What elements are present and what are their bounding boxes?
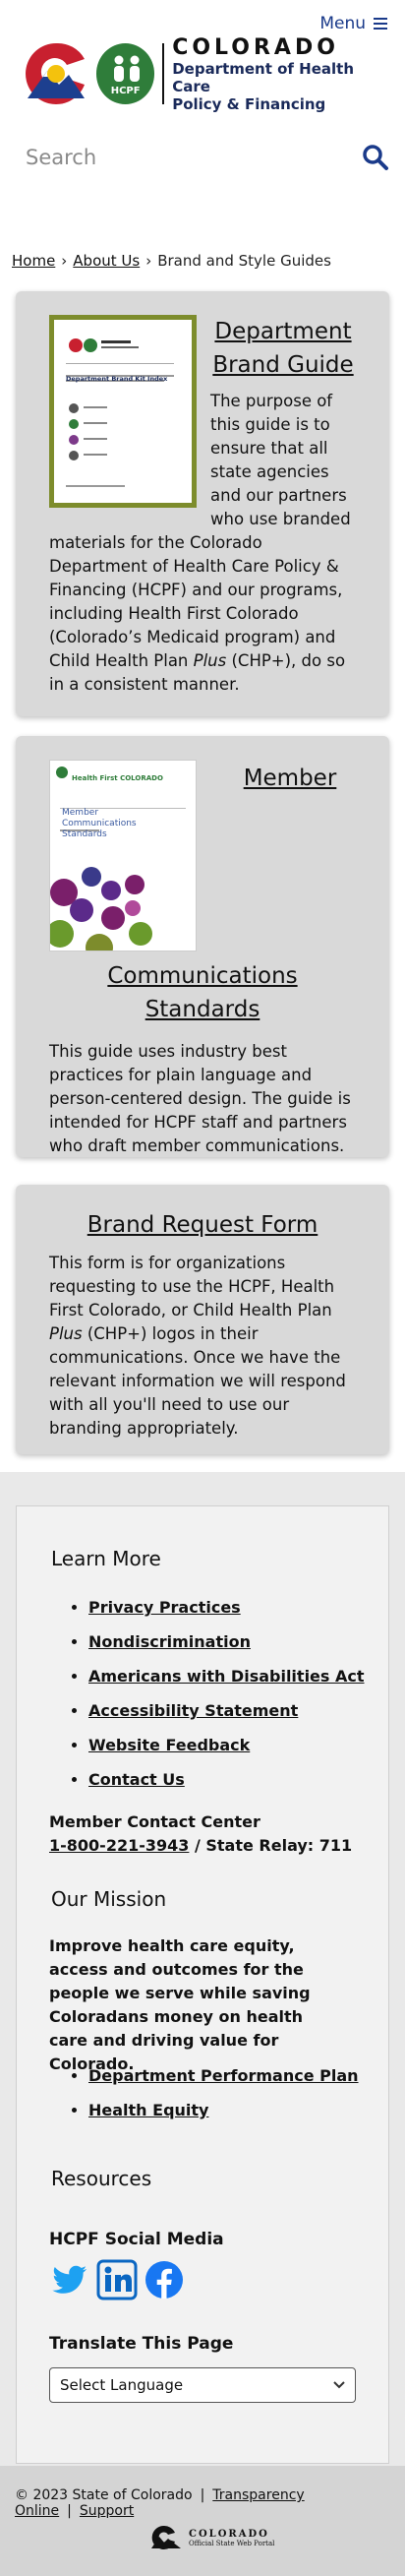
- link-health-equity[interactable]: Health Equity: [88, 2101, 208, 2119]
- site-logo[interactable]: HCPF COLORADO Department of Health Care …: [24, 35, 387, 113]
- contact-relay: / State Relay: 711: [189, 1836, 353, 1855]
- thumb-brand: Health First COLORADO: [72, 774, 163, 782]
- hcpf-badge-text: HCPF: [110, 86, 141, 96]
- breadcrumb-home[interactable]: Home: [12, 252, 55, 270]
- contact-label: Member Contact Center: [49, 1812, 260, 1831]
- link-contact[interactable]: Contact Us: [88, 1770, 185, 1789]
- list-item: Privacy Practices: [88, 1598, 365, 1617]
- colorado-c-logo-icon: [24, 41, 88, 106]
- brand-guide-title-line1[interactable]: Department: [214, 319, 351, 344]
- member-standards-thumbnail[interactable]: Health First COLORADO Member Communicati…: [49, 760, 197, 951]
- facebook-icon[interactable]: [144, 2259, 185, 2300]
- plus-italic: Plus: [193, 651, 227, 670]
- logo-dept-line1: Department of Health Care: [172, 59, 355, 95]
- member-standards-title-line2[interactable]: Communications Standards: [107, 963, 297, 1022]
- copyright-row: © 2023 State of Colorado | Transparency On…: [15, 2487, 305, 2519]
- contact-center: Member Contact Center 1-800-221-3943 / S…: [49, 1810, 352, 1858]
- social-icons: [49, 2259, 185, 2300]
- list-item: Accessibility Statement: [88, 1701, 365, 1720]
- menu-label: Menu: [319, 14, 366, 33]
- colorado-portal-icon: [151, 2525, 181, 2549]
- search-icon[interactable]: [362, 144, 389, 171]
- hcpf-logo-icon: HCPF: [96, 43, 155, 104]
- resources-heading: Resources: [51, 2167, 152, 2190]
- list-item: Website Feedback: [88, 1736, 365, 1754]
- logo-word: COLORADO: [172, 34, 339, 60]
- card-brand-request: Brand Request Form This form is for orga…: [16, 1185, 389, 1454]
- logo-divider: [162, 43, 165, 104]
- list-item: Health Equity: [88, 2101, 359, 2119]
- brand-request-title[interactable]: Brand Request Form: [87, 1212, 318, 1238]
- thumb-title: Department Brand Kit Index: [66, 375, 168, 383]
- brand-request-text-b: (CHP+) logos in their communications. On…: [49, 1324, 346, 1438]
- learn-more-heading: Learn More: [51, 1547, 161, 1570]
- brand-request-text-a: This form is for organizations requestin…: [49, 1254, 335, 1319]
- breadcrumb: Home › About Us › Brand and Style Guides: [12, 252, 331, 270]
- language-select-value: Select Language: [60, 2376, 184, 2394]
- link-feedback[interactable]: Website Feedback: [88, 1736, 250, 1754]
- breadcrumb-current: Brand and Style Guides: [157, 252, 331, 270]
- breadcrumb-separator: ›: [145, 252, 152, 270]
- member-standards-title-line1[interactable]: Member: [244, 766, 337, 791]
- contact-phone-link[interactable]: 1-800-221-3943: [49, 1836, 189, 1855]
- link-nondiscrimination[interactable]: Nondiscrimination: [88, 1632, 251, 1651]
- twitter-icon[interactable]: [49, 2259, 90, 2300]
- search-bar[interactable]: Search: [26, 138, 389, 177]
- brand-guide-thumbnail[interactable]: Department Brand Kit Index: [49, 315, 197, 508]
- thumb-title: Member Communications Standards: [62, 808, 137, 839]
- link-accessibility[interactable]: Accessibility Statement: [88, 1701, 298, 1720]
- list-item: Contact Us: [88, 1770, 365, 1789]
- logo-dept-line2: Policy & Financing: [172, 94, 326, 113]
- portal-sub: Official State Web Portal: [189, 2539, 275, 2547]
- breadcrumb-about[interactable]: About Us: [73, 252, 140, 270]
- link-performance-plan[interactable]: Department Performance Plan: [88, 2066, 359, 2085]
- hamburger-icon: [374, 15, 387, 32]
- brand-request-body: This form is for organizations requestin…: [49, 1252, 356, 1441]
- language-select[interactable]: Select Language: [49, 2367, 356, 2403]
- card-brand-guide: Department Brand Kit Index Department Br…: [16, 291, 389, 716]
- list-item: Department Performance Plan: [88, 2066, 359, 2085]
- copyright-text: © 2023 State of Colorado: [15, 2487, 193, 2503]
- list-item: Nondiscrimination: [88, 1632, 365, 1651]
- card-member-standards: Health First COLORADO Member Communicati…: [16, 736, 389, 1157]
- menu-button[interactable]: Menu: [319, 14, 387, 33]
- logo-text: COLORADO Department of Health Care Polic…: [172, 35, 387, 113]
- social-heading: HCPF Social Media: [49, 2230, 224, 2249]
- search-input[interactable]: Search: [26, 146, 96, 169]
- state-portal-logo[interactable]: COLORADO Official State Web Portal: [149, 2525, 274, 2550]
- brand-guide-title-line2[interactable]: Brand Guide: [212, 352, 353, 378]
- list-item: Americans with Disabilities Act: [88, 1667, 365, 1686]
- learn-more-list: Privacy Practices Nondiscrimination Amer…: [88, 1598, 365, 1805]
- translate-heading: Translate This Page: [49, 2334, 234, 2354]
- chevron-down-icon: [333, 2381, 345, 2389]
- mission-text: Improve health care equity, access and o…: [49, 1936, 311, 2073]
- breadcrumb-separator: ›: [61, 252, 68, 270]
- support-link[interactable]: Support: [80, 2503, 134, 2519]
- link-ada[interactable]: Americans with Disabilities Act: [88, 1667, 365, 1686]
- plus-italic: Plus: [49, 1324, 83, 1343]
- bottom-bar: [0, 2466, 405, 2576]
- mission-links: Department Performance Plan Health Equit…: [88, 2066, 359, 2135]
- portal-word: COLORADO: [189, 2528, 269, 2540]
- mission-heading: Our Mission: [51, 1887, 167, 1911]
- link-privacy[interactable]: Privacy Practices: [88, 1598, 241, 1617]
- linkedin-icon[interactable]: [96, 2259, 138, 2300]
- member-standards-body: This guide uses industry best practices …: [49, 1042, 351, 1155]
